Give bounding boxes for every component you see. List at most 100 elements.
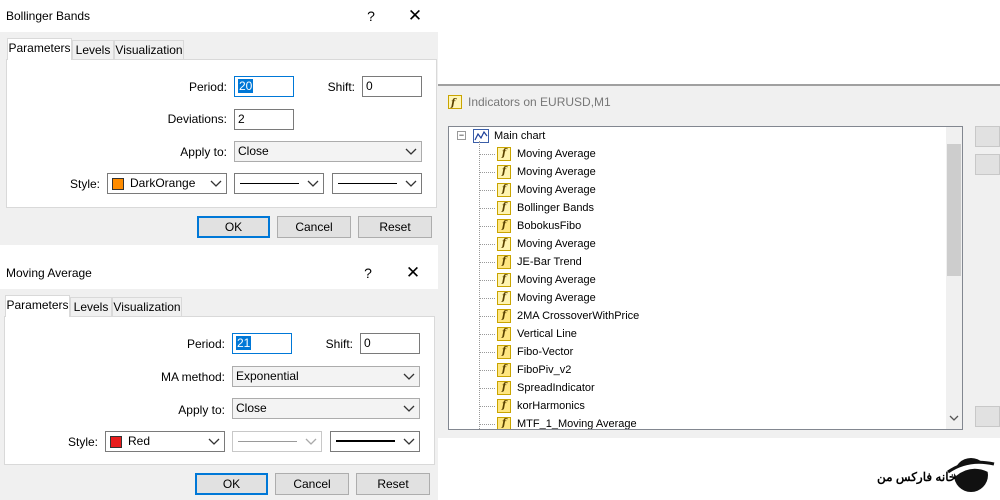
- tree-item-label: Vertical Line: [517, 328, 577, 340]
- reset-button[interactable]: Reset: [356, 473, 430, 495]
- tree-connector-tick: [480, 208, 495, 209]
- help-button[interactable]: ?: [361, 6, 381, 26]
- tree-connector-tick: [480, 370, 495, 371]
- apply-to-select[interactable]: Close: [232, 398, 420, 419]
- period-label: Period:: [188, 80, 227, 94]
- cancel-button[interactable]: Cancel: [275, 473, 349, 495]
- indicator-icon: f: [497, 201, 511, 215]
- line-style-select[interactable]: [234, 173, 324, 194]
- close-button[interactable]: ✕: [403, 263, 423, 283]
- tree-connector-tick: [480, 298, 495, 299]
- tab-parameters[interactable]: Parameters: [5, 295, 70, 317]
- color-select[interactable]: DarkOrange: [107, 173, 227, 194]
- side-button-2[interactable]: [975, 154, 1000, 175]
- chevron-down-icon: [305, 438, 317, 445]
- indicator-icon: f: [497, 183, 511, 197]
- custom-indicator-icon: f: [497, 255, 511, 269]
- tree-item-label: Moving Average: [517, 274, 596, 286]
- color-swatch: [110, 436, 122, 448]
- period-field[interactable]: 21: [232, 333, 292, 354]
- side-button-1[interactable]: [975, 126, 1000, 147]
- tab-parameters[interactable]: Parameters: [7, 38, 72, 60]
- cancel-button[interactable]: Cancel: [277, 216, 351, 238]
- tree-connector-tick: [480, 172, 495, 173]
- deviations-field[interactable]: 2: [234, 109, 294, 130]
- chevron-down-icon: [210, 180, 222, 187]
- reset-button[interactable]: Reset: [358, 216, 432, 238]
- tree-connector-tick: [480, 406, 495, 407]
- tree-connector-tick: [480, 226, 495, 227]
- scroll-thumb[interactable]: [947, 144, 961, 276]
- moving-average-dialog: Moving Average ? ✕ Parameters Levels Vis…: [0, 257, 438, 500]
- tab-visualization[interactable]: Visualization: [112, 297, 182, 317]
- shift-label: Shift:: [327, 80, 355, 94]
- tree-connector-tick: [480, 262, 495, 263]
- chevron-down-icon: [405, 148, 417, 155]
- chevron-down-icon: [403, 373, 415, 380]
- custom-indicator-icon: f: [497, 327, 511, 341]
- chevron-down-icon: [405, 180, 417, 187]
- tab-visualization[interactable]: Visualization: [114, 40, 184, 60]
- color-swatch: [112, 178, 124, 190]
- moving-average-title: Moving Average: [6, 266, 92, 280]
- indicator-icon: f: [497, 291, 511, 305]
- tree-item-label: Fibo-Vector: [517, 346, 574, 358]
- ok-button[interactable]: OK: [195, 473, 268, 495]
- custom-indicator-icon: f: [497, 417, 511, 429]
- indicator-icon: f: [497, 273, 511, 287]
- collapse-icon[interactable]: −: [457, 131, 466, 140]
- tree-item-label: BobokusFibo: [517, 220, 582, 232]
- tree-connector-tick: [480, 280, 495, 281]
- tree-item-label: Moving Average: [517, 238, 596, 250]
- side-button-3[interactable]: [975, 406, 1000, 427]
- moving-average-title-bar: Moving Average ? ✕: [0, 257, 438, 289]
- tree-connector-tick: [480, 424, 495, 425]
- indicator-icon: f: [497, 147, 511, 161]
- indicators-window: f Indicators on EURUSD,M1 − Main chart f…: [438, 84, 1000, 438]
- indicators-window-title: Indicators on EURUSD,M1: [468, 95, 611, 109]
- chevron-down-icon: [403, 438, 415, 445]
- tree-item-label: JE-Bar Trend: [517, 256, 582, 268]
- indicators-tree: − Main chart f Moving Average f Moving Aver…: [448, 126, 963, 430]
- tree-root-label: Main chart: [494, 130, 546, 142]
- bollinger-title: Bollinger Bands: [6, 9, 91, 23]
- bollinger-dialog: Bollinger Bands ? ✕ Parameters Levels Vi…: [0, 0, 438, 245]
- color-select[interactable]: Red: [105, 431, 225, 452]
- shift-label: Shift:: [325, 337, 353, 351]
- help-button[interactable]: ?: [358, 263, 378, 283]
- tree-connector-tick: [480, 388, 495, 389]
- line-width-select[interactable]: [330, 431, 420, 452]
- chevron-down-icon: [307, 180, 319, 187]
- tree-connector: [479, 141, 480, 429]
- vertical-scrollbar[interactable]: [946, 127, 962, 429]
- style-label: Style:: [67, 435, 98, 449]
- scroll-down-icon[interactable]: [949, 413, 959, 423]
- custom-indicator-icon: f: [497, 399, 511, 413]
- tree-item-label: 2MA CrossoverWithPrice: [517, 310, 640, 322]
- tab-levels[interactable]: Levels: [70, 297, 112, 317]
- tree-item-label: korHarmonics: [517, 400, 585, 412]
- tree-connector-tick: [480, 244, 495, 245]
- tree-connector-tick: [480, 190, 495, 191]
- line-width-sample: [336, 440, 395, 442]
- line-width-sample: [338, 183, 397, 184]
- custom-indicator-icon: f: [497, 219, 511, 233]
- line-width-select[interactable]: [332, 173, 422, 194]
- tab-levels[interactable]: Levels: [72, 40, 114, 60]
- period-field[interactable]: 20: [234, 76, 294, 97]
- chevron-down-icon: [403, 405, 415, 412]
- ma-method-select[interactable]: Exponential: [232, 366, 420, 387]
- indicator-icon: f: [497, 165, 511, 179]
- shift-field[interactable]: 0: [360, 333, 420, 354]
- deviations-label: Deviations:: [167, 112, 227, 126]
- indicators-window-icon: f: [448, 95, 462, 109]
- shift-field[interactable]: 0: [362, 76, 422, 97]
- custom-indicator-icon: f: [497, 309, 511, 323]
- bollinger-title-bar: Bollinger Bands ? ✕: [0, 0, 438, 32]
- line-style-select[interactable]: [232, 431, 322, 452]
- ok-button[interactable]: OK: [197, 216, 270, 238]
- close-button[interactable]: ✕: [405, 6, 425, 26]
- apply-to-select[interactable]: Close: [234, 141, 422, 162]
- custom-indicator-icon: f: [497, 345, 511, 359]
- tree-connector-tick: [480, 334, 495, 335]
